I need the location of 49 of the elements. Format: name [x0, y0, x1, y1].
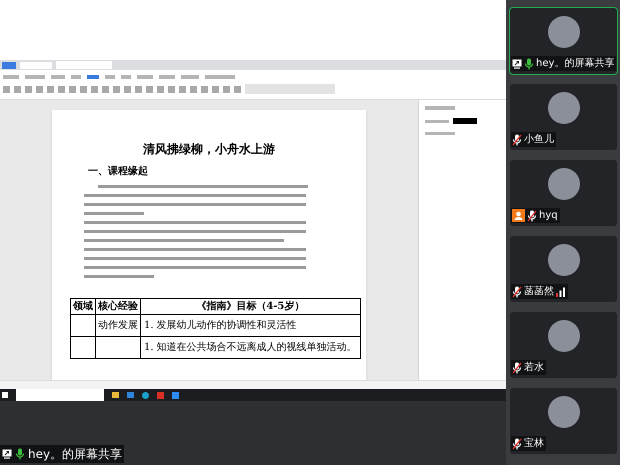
participant-name: hey。的屏幕共享 [536, 58, 614, 68]
menu-tab-drawing [25, 75, 45, 79]
avatar-placeholder [548, 396, 580, 428]
table-cell [70, 314, 96, 336]
avatar-placeholder [548, 92, 580, 124]
start-icon[interactable] [2, 392, 8, 398]
participant-tile[interactable]: 小鱼儿 [509, 83, 618, 151]
table-cell [70, 336, 96, 358]
table-cell: 动作发展 [96, 314, 140, 336]
sharer-name: hey。的屏幕共享 [28, 446, 122, 463]
table-header-cell: 领域 [70, 298, 96, 314]
table-header-cell: 核心经验 [96, 298, 140, 314]
avatar-placeholder [548, 320, 580, 352]
participant-tile[interactable]: hyq [509, 159, 618, 227]
menu-tab-drawing [159, 75, 175, 79]
table-cell: 1. 知道在公共场合不远离成人的视线单独活动。 [140, 336, 360, 358]
app-icon[interactable] [172, 392, 179, 398]
menu-tab-drawing [3, 75, 19, 79]
avatar-placeholder [548, 168, 580, 200]
menu-tab-drawing [51, 75, 65, 79]
app-icon[interactable] [157, 392, 164, 398]
browser-icon[interactable] [142, 392, 149, 398]
table-header-cell: 《指南》目标（4-5岁） [140, 298, 360, 314]
menu-tab-drawing [87, 75, 99, 79]
menu-tab-drawing [205, 75, 235, 79]
color-swatch[interactable] [453, 118, 477, 124]
participant-tile[interactable]: hey。的屏幕共享 [509, 7, 618, 75]
avatar-placeholder [548, 16, 580, 48]
participant-name: hyq [539, 210, 558, 220]
participant-tile[interactable]: 菡菡然 [509, 235, 618, 303]
home-tab[interactable] [2, 62, 16, 68]
participant-name: 菡菡然 [524, 286, 554, 296]
participant-tile[interactable]: 若水 [509, 311, 618, 379]
menu-tab-drawing [137, 75, 153, 79]
section-heading: 一、课程缘起 [88, 164, 149, 179]
table-cell: 1. 发展幼儿动作的协调性和灵活性 [140, 314, 360, 336]
taskbar-search-field[interactable] [16, 389, 104, 401]
document-tab[interactable] [20, 62, 52, 68]
table-cell [96, 336, 140, 358]
avatar-placeholder [548, 244, 580, 276]
participant-name: 小鱼儿 [524, 134, 554, 144]
menu-tab-drawing [181, 75, 199, 79]
participant-name: 宝林 [524, 438, 544, 448]
menu-tab-drawing [71, 75, 81, 79]
participant-tile[interactable]: 宝林 [509, 387, 618, 455]
document-title: 清风拂绿柳，小舟水上游 [142, 141, 276, 158]
mic-icon [15, 448, 25, 460]
screen-share-icon [2, 449, 12, 459]
participant-name: 若水 [524, 362, 544, 372]
